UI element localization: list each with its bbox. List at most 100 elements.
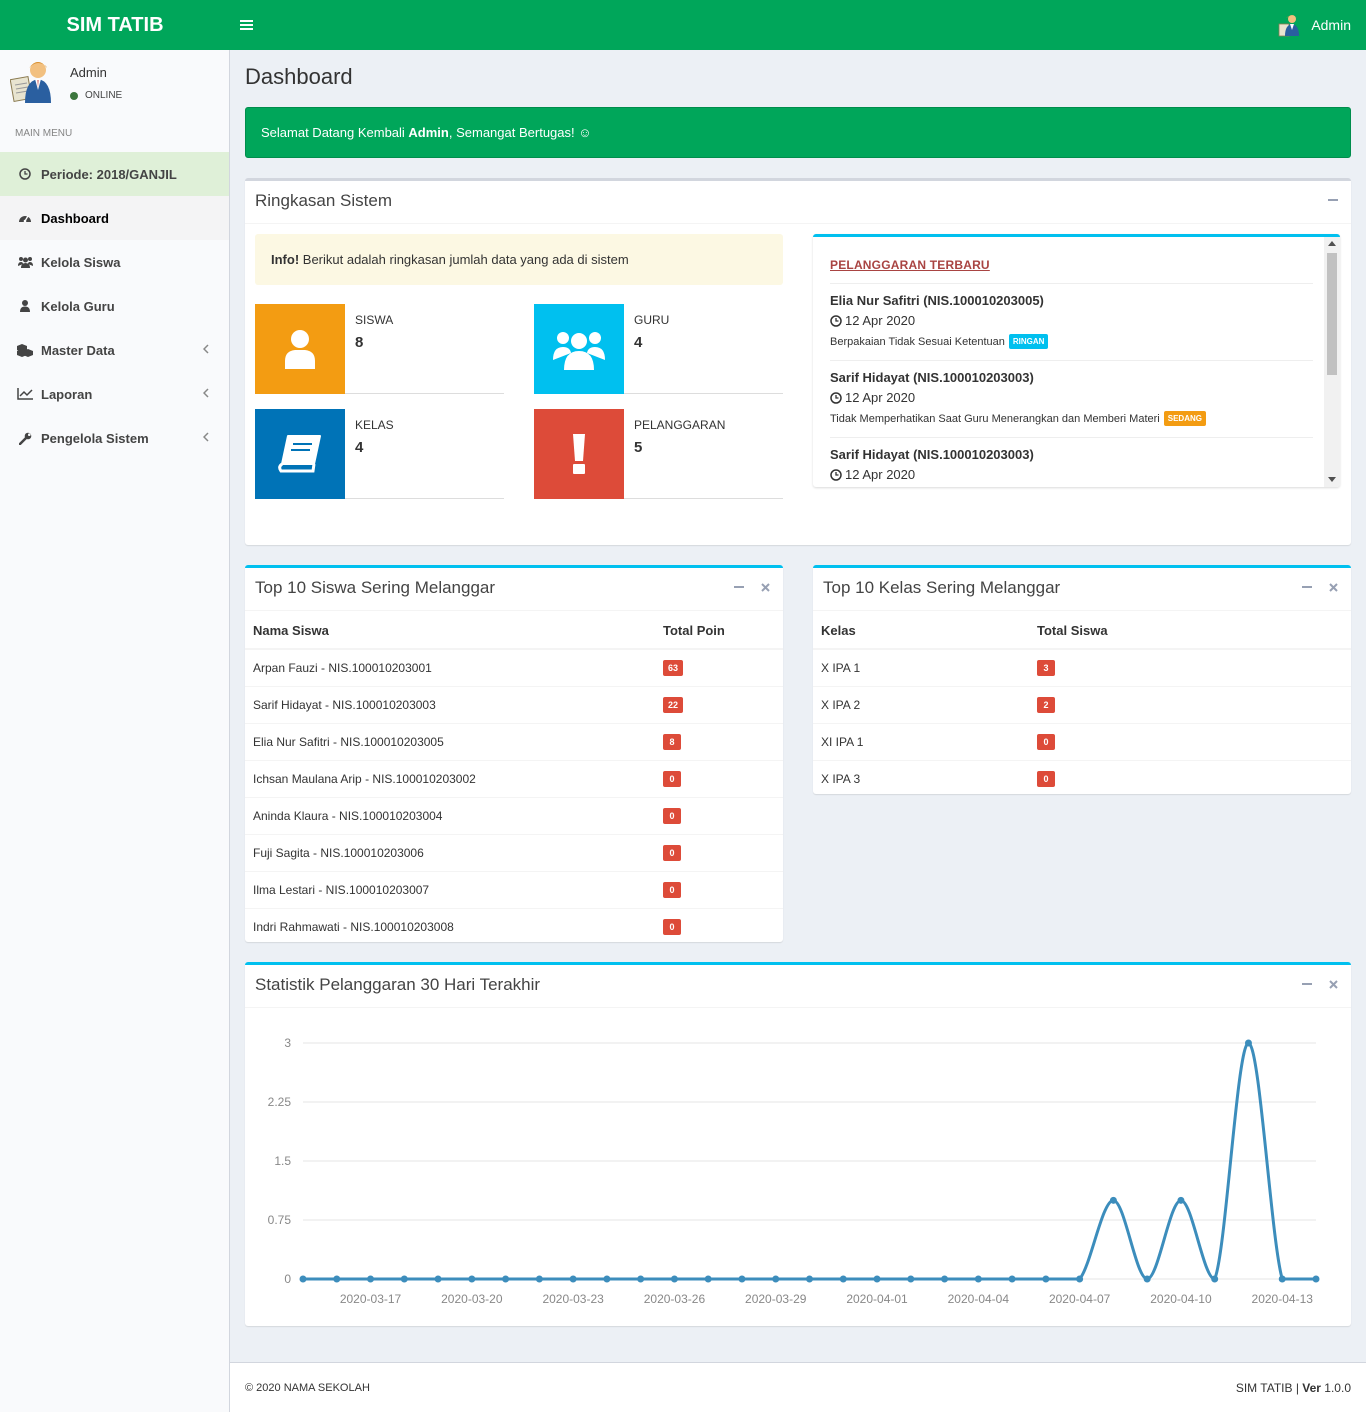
violation-desc-text: Berpakaian Tidak Sesuai Ketentuan [830, 335, 1005, 348]
scroll-down-icon[interactable] [1328, 477, 1336, 482]
sidebar-item-dashboard[interactable]: Dashboard [0, 196, 229, 240]
top-siswa-title: Top 10 Siswa Sering Melanggar [255, 578, 496, 597]
sidebar-item-label: Master Data [41, 342, 115, 358]
stat-value: 5 [634, 439, 643, 456]
book-icon [255, 409, 345, 499]
data-point [468, 1275, 476, 1283]
sidebar-item-kelola-guru[interactable]: Kelola Guru [0, 284, 229, 328]
violation-date: 12 Apr 2020 [830, 390, 1313, 405]
user-avatar-icon [1278, 15, 1300, 37]
data-point [400, 1275, 408, 1283]
footer-version: SIM TATIB | Ver 1.0.0 [1235, 1381, 1351, 1395]
data-point [603, 1275, 611, 1283]
x-tick-label: 2020-03-23 [542, 1292, 604, 1306]
stat-kelas[interactable]: KELAS 4 [255, 409, 504, 499]
scroll-up-icon[interactable] [1328, 241, 1336, 246]
violation-date-text: 12 Apr 2020 [845, 313, 916, 328]
online-status: ONLINE [70, 90, 122, 101]
y-tick-label: 0 [284, 1272, 291, 1286]
stat-label: SISWA [355, 313, 394, 327]
chevron-left-icon [202, 343, 209, 357]
list-item: Elia Nur Safitri (NIS.100010203005) 12 A… [830, 293, 1313, 349]
points-badge: 22 [663, 696, 684, 713]
stat-guru[interactable]: GURU 4 [534, 304, 783, 394]
scroll-thumb[interactable] [1327, 253, 1337, 375]
student-name: Indri Rahmawati - NIS.100010203008 [245, 907, 655, 945]
sidebar-item-pengelola-sistem[interactable]: Pengelola Sistem [0, 416, 229, 460]
class-name: X IPA 1 [813, 648, 1029, 686]
x-tick-label: 2020-03-20 [441, 1292, 503, 1306]
recent-violations-title[interactable]: PELANGGARAN TERBARU [830, 258, 990, 272]
student-name: Ilma Lestari - NIS.100010203007 [245, 870, 655, 908]
count-badge: 3 [1037, 659, 1055, 676]
collapse-icon[interactable] [1301, 975, 1313, 993]
close-icon[interactable] [1327, 578, 1339, 596]
violation-student: Elia Nur Safitri (NIS.100010203005) [830, 293, 1044, 308]
page-title: Dashboard [245, 64, 353, 89]
x-tick-label: 2020-03-26 [644, 1292, 706, 1306]
violation-desc: Tidak Memperhatikan Saat Guru Menerangka… [830, 411, 1313, 426]
collapse-icon[interactable] [1301, 578, 1313, 596]
violation-date-text: 12 Apr 2020 [845, 390, 916, 405]
violation-student: Sarif Hidayat (NIS.100010203003) [830, 447, 1034, 462]
clock-icon [830, 468, 842, 481]
table-row: X IPA 3 0 [813, 759, 1351, 797]
count-badge: 0 [1037, 770, 1055, 787]
collapse-icon[interactable] [733, 578, 745, 596]
table-row: Elia Nur Safitri - NIS.100010203005 8 [245, 722, 783, 760]
student-name: Fuji Sagita - NIS.100010203006 [245, 833, 655, 871]
student-name: Ichsan Maulana Arip - NIS.100010203002 [245, 759, 655, 797]
sidebar-item-master-data[interactable]: Master Data [0, 328, 229, 372]
points-badge: 0 [663, 881, 681, 898]
y-tick-label: 0.75 [268, 1213, 292, 1227]
class-name: X IPA 3 [813, 759, 1029, 797]
sidebar-item-periode[interactable]: Periode: 2018/GANJIL [0, 152, 229, 196]
box-tools [1327, 191, 1339, 209]
stat-siswa[interactable]: SISWA 8 [255, 304, 504, 394]
count-badge: 2 [1037, 696, 1055, 713]
recent-violations-panel[interactable]: PELANGGARAN TERBARU Elia Nur Safitri (NI… [813, 234, 1340, 487]
exclamation-icon [534, 409, 624, 499]
table-row: Fuji Sagita - NIS.100010203006 0 [245, 833, 783, 871]
class-name: XI IPA 1 [813, 722, 1029, 760]
app-logo[interactable]: SIM TATIB [0, 0, 230, 50]
sidebar-item-label: Periode: 2018/GANJIL [41, 166, 177, 182]
table-row: XI IPA 1 0 [813, 722, 1351, 760]
top-kelas-table: Kelas Total Siswa X IPA 1 3 X IPA 2 2 XI I… [813, 612, 1351, 797]
x-tick-label: 2020-04-07 [1049, 1292, 1111, 1306]
box-tools [733, 578, 771, 596]
sidebar-item-laporan[interactable]: Laporan [0, 372, 229, 416]
scrollbar[interactable] [1324, 237, 1340, 487]
violation-date-text: 12 Apr 2020 [845, 467, 916, 482]
collapse-icon[interactable] [1327, 191, 1339, 209]
stat-pelanggaran[interactable]: PELANGGARAN 5 [534, 409, 783, 499]
sidebar-item-label: Kelola Guru [41, 298, 115, 314]
info-alert: Info! Berikut adalah ringkasan jumlah da… [255, 234, 783, 285]
points-badge: 63 [663, 659, 684, 676]
clock-icon [830, 391, 842, 404]
points-badge: 0 [663, 770, 681, 787]
close-icon[interactable] [759, 578, 771, 596]
stat-label: KELAS [355, 418, 394, 432]
data-point [1312, 1275, 1320, 1283]
data-point [333, 1275, 341, 1283]
violation-date: 12 Apr 2020 [830, 313, 1313, 328]
user-menu[interactable]: Admin [1277, 12, 1351, 38]
table-row: Aninda Klaura - NIS.100010203004 0 [245, 796, 783, 834]
welcome-suffix: , Semangat Bertugas! ☺ [448, 125, 592, 140]
sidebar-item-kelola-siswa[interactable]: Kelola Siswa [0, 240, 229, 284]
welcome-prefix: Selamat Datang Kembali [261, 125, 409, 140]
status-dot-icon [70, 91, 78, 100]
data-point [367, 1275, 375, 1283]
column-header: Total Poin [655, 612, 783, 650]
x-tick-label: 2020-04-04 [948, 1292, 1010, 1306]
violation-student: Sarif Hidayat (NIS.100010203003) [830, 370, 1034, 385]
bars-icon[interactable] [240, 14, 262, 36]
user-avatar [10, 62, 51, 103]
top-siswa-table: Nama Siswa Total Poin Arpan Fauzi - NIS.… [245, 612, 783, 945]
violations-line-chart: 0 0.75 1.5 2.25 3 2020-03-17 2020-03-20 2020-03… [268, 1036, 1320, 1306]
box-tools [1301, 578, 1339, 596]
close-icon[interactable] [1327, 975, 1339, 993]
data-point [1008, 1275, 1016, 1283]
data-point [974, 1275, 982, 1283]
